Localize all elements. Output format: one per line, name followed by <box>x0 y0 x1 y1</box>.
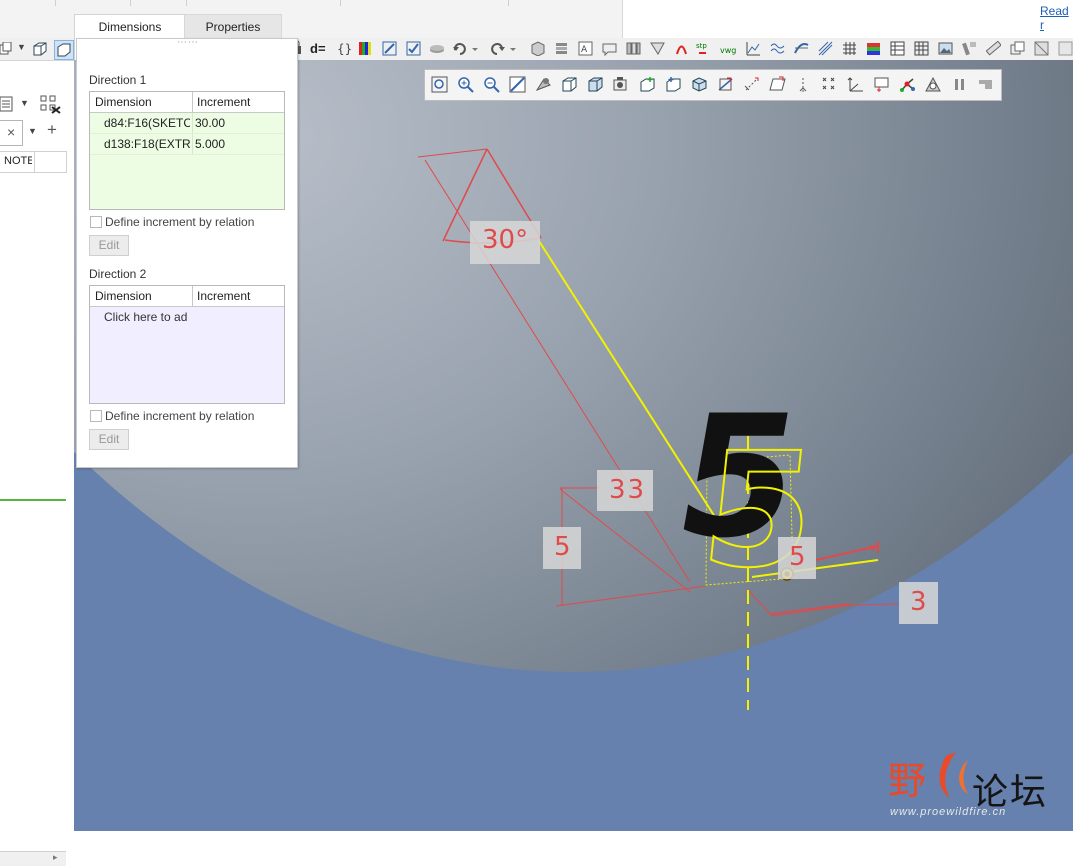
direction2-relation-label: Define increment by relation <box>105 409 255 423</box>
dim-5-right-box[interactable]: 5 <box>778 537 816 579</box>
direction2-edit-button[interactable]: Edit <box>89 429 129 450</box>
spin-center-icon[interactable] <box>665 76 682 93</box>
annotation-display-icon[interactable] <box>873 76 890 93</box>
dim3-arrow-line <box>769 603 851 615</box>
dim-33-value: 33 <box>609 475 647 505</box>
pause-icon[interactable] <box>951 76 968 93</box>
axis-display-icon[interactable] <box>743 76 760 93</box>
dim-5-right-value: 5 <box>789 542 806 572</box>
table-row[interactable]: d84:F16(SKETCH 30.00 <box>90 113 284 134</box>
tree-horizontal-scrollbar[interactable]: ▸ <box>0 851 66 866</box>
svg-text:野: 野 <box>888 759 926 803</box>
plane-tag-icon[interactable] <box>769 76 786 93</box>
add-dimension-row[interactable]: Click here to ad <box>90 307 284 327</box>
spin-center-toggle-icon[interactable] <box>899 76 916 93</box>
direction2-title: Direction 2 <box>89 267 147 281</box>
direction2-relation-checkbox[interactable] <box>90 410 102 422</box>
direction2-col-dimension: Dimension <box>95 289 152 303</box>
dim5-left-bottom <box>555 585 707 607</box>
direction1-table[interactable]: Dimension Increment d84:F16(SKETCH 30.00… <box>89 91 285 210</box>
row-dimension: d138:F18(EXTRU <box>104 137 190 151</box>
direction1-relation-checkbox[interactable] <box>90 216 102 228</box>
row-increment[interactable]: 30.00 <box>195 113 275 133</box>
direction1-relation-label: Define increment by relation <box>105 215 255 229</box>
refit-icon[interactable] <box>431 76 448 93</box>
datum-display-icon[interactable] <box>639 76 656 93</box>
row-increment[interactable]: 5.000 <box>195 134 275 154</box>
point-display-icon[interactable] <box>821 76 838 93</box>
shaded-edges-icon[interactable] <box>561 76 578 93</box>
simulation-display-icon[interactable] <box>925 76 942 93</box>
watermark-url: www.proewildfire.cn <box>890 806 1007 818</box>
resume-icon[interactable] <box>977 76 994 93</box>
view-toolbar <box>424 69 1002 101</box>
zoom-in-icon[interactable] <box>457 76 474 93</box>
table-row[interactable]: d138:F18(EXTRU 5.000 <box>90 134 284 155</box>
orient-mode-icon[interactable] <box>691 76 708 93</box>
row-dimension: d84:F16(SKETCH <box>104 116 190 130</box>
angle-witness-long <box>424 159 691 583</box>
dim-3-value: 3 <box>910 587 927 617</box>
repaint-icon[interactable] <box>509 76 526 93</box>
saved-views-icon[interactable] <box>587 76 604 93</box>
zoom-out-icon[interactable] <box>483 76 500 93</box>
direction2-col-increment: Increment <box>197 289 251 303</box>
dim-3-box[interactable]: 3 <box>899 582 938 624</box>
dim-5-left-value: 5 <box>554 532 571 562</box>
scroll-right-icon[interactable]: ▸ <box>53 852 58 863</box>
dim-33-box[interactable]: 33 <box>597 470 653 511</box>
direction1-edit-button[interactable]: Edit <box>89 235 129 256</box>
axis-tag-icon[interactable] <box>795 76 812 93</box>
direction2-table[interactable]: Dimension Increment Click here to ad <box>89 285 285 404</box>
camera-view-icon[interactable] <box>613 76 630 93</box>
panel-grip[interactable]: ⋯⋯ <box>177 37 199 48</box>
angle-witness-left <box>417 148 488 158</box>
direction1-col-increment: Increment <box>197 95 251 109</box>
direction1-col-dimension: Dimension <box>95 95 152 109</box>
direction1-title: Direction 1 <box>89 73 147 87</box>
dim5-right-arrow-line <box>815 545 879 561</box>
csys-display-icon[interactable] <box>847 76 864 93</box>
direction1-table-header: Dimension Increment <box>90 92 284 113</box>
dimensions-panel: ⋯⋯ Direction 1 Dimension Increment d84:F… <box>76 37 298 468</box>
watermark-logo: 野 <box>888 752 968 803</box>
dim-5-left-box[interactable]: 5 <box>543 527 581 569</box>
render-style-icon[interactable] <box>535 76 552 93</box>
angle-dimension-box[interactable]: 30° <box>470 221 540 264</box>
angle-dimension-value: 30° <box>482 225 529 255</box>
direction2-table-header: Dimension Increment <box>90 286 284 307</box>
plane-display-icon[interactable] <box>717 76 734 93</box>
add-dimension-placeholder[interactable]: Click here to ad <box>104 307 190 327</box>
